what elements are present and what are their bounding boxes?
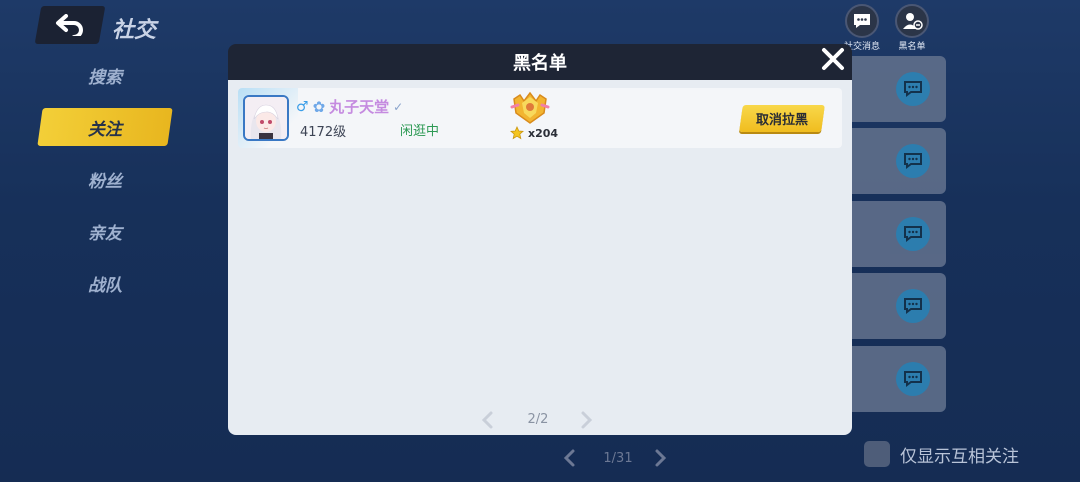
player-level: 4172级: [300, 125, 347, 140]
page-indicator: 2/2: [527, 412, 549, 427]
player-status: 闲逛中: [400, 124, 440, 139]
blacklist-row: ♂ ✿ 丸子天堂 ✓ 4172级 闲逛中 x204 取消拉黑: [238, 88, 842, 148]
clover-icon: ✿: [312, 97, 326, 116]
list-item[interactable]: [852, 273, 946, 339]
close-icon: [822, 48, 844, 70]
star-icon: [510, 126, 524, 140]
list-item[interactable]: [852, 56, 946, 122]
blacklist-button[interactable]: 黑名单: [892, 4, 932, 52]
mutual-follow-checkbox[interactable]: [864, 441, 890, 467]
page-title: 社交: [112, 18, 157, 43]
nav-item-following[interactable]: 关注: [37, 108, 173, 146]
page-indicator: 1/31: [603, 451, 633, 466]
star-count: x204: [510, 126, 558, 140]
avatar[interactable]: [243, 95, 289, 141]
chat-icon[interactable]: [896, 217, 930, 251]
nav-item-friends[interactable]: 亲友: [40, 212, 170, 250]
list-item[interactable]: [852, 128, 946, 194]
nav-item-label: 粉丝: [88, 171, 122, 192]
modal-pager: 2/2: [478, 410, 598, 430]
rank-badge-icon: [510, 91, 550, 124]
blacklist-modal-header: 黑名单: [228, 44, 852, 80]
player-name: ♂ ✿ 丸子天堂 ✓: [296, 96, 403, 117]
mutual-follow-label: 仅显示互相关注: [900, 446, 1019, 467]
chevron-right-icon[interactable]: [576, 410, 596, 430]
nav-item-label: 关注: [88, 119, 122, 140]
background-pager: 1/31: [560, 446, 680, 470]
gender-male-icon: ♂: [296, 98, 309, 115]
star-count-text: x204: [528, 126, 559, 140]
nav-item-label: 战队: [88, 275, 122, 296]
nav-item-team[interactable]: 战队: [40, 264, 170, 302]
list-item[interactable]: [852, 346, 946, 412]
blacklist-user-icon: [895, 4, 929, 38]
player-name-text: 丸子天堂: [329, 98, 390, 116]
chat-icon[interactable]: [896, 362, 930, 396]
chat-icon: [845, 4, 879, 38]
nav-item-search[interactable]: 搜索: [40, 56, 170, 94]
unblock-button-label: 取消拉黑: [755, 113, 808, 128]
verified-check-icon: ✓: [393, 99, 404, 114]
blacklist-modal-body: ♂ ✿ 丸子天堂 ✓ 4172级 闲逛中 x204 取消拉黑 2/2: [228, 80, 852, 435]
modal-title: 黑名单: [513, 53, 567, 74]
chat-icon[interactable]: [896, 289, 930, 323]
back-button[interactable]: [34, 6, 106, 44]
nav-item-label: 搜索: [88, 67, 122, 88]
chevron-left-icon[interactable]: [478, 410, 498, 430]
side-nav: 搜索 关注 粉丝 亲友 战队: [37, 56, 173, 316]
chat-icon[interactable]: [896, 144, 930, 178]
list-item[interactable]: [852, 201, 946, 267]
close-button[interactable]: [816, 42, 850, 76]
mutual-follow-filter[interactable]: 仅显示互相关注: [864, 440, 1019, 468]
chevron-left-icon[interactable]: [560, 448, 580, 468]
back-arrow-icon: [56, 14, 83, 36]
blacklist-label: 黑名单: [898, 42, 926, 52]
nav-item-fans[interactable]: 粉丝: [40, 160, 170, 198]
chat-icon[interactable]: [896, 72, 930, 106]
chevron-right-icon[interactable]: [650, 448, 670, 468]
unblock-button[interactable]: 取消拉黑: [739, 105, 825, 132]
nav-item-label: 亲友: [88, 223, 122, 244]
